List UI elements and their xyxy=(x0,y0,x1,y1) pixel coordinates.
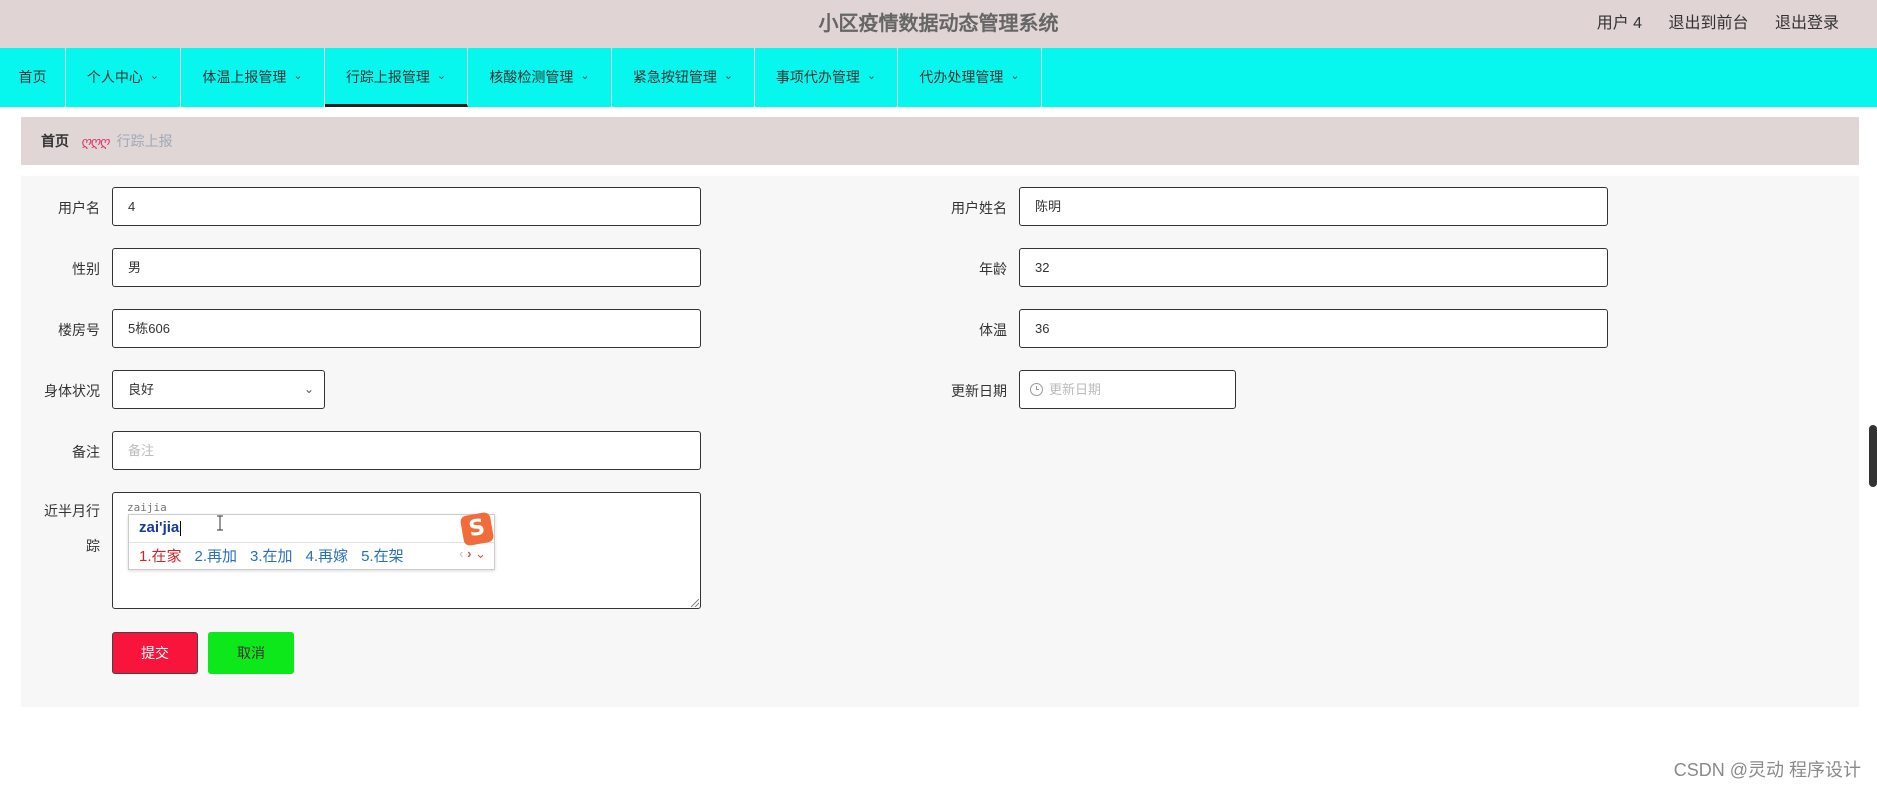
nav-item-label: 个人中心 xyxy=(86,69,143,85)
update-date-placeholder: 更新日期 xyxy=(1049,382,1102,397)
room-label: 楼房号 xyxy=(58,322,100,338)
chevron-down-icon: ⌄ xyxy=(303,382,314,396)
temperature-field[interactable]: 36 xyxy=(1019,309,1608,348)
ime-nav: ‹ › ⌄ xyxy=(459,546,486,562)
update-date-label: 更新日期 xyxy=(951,383,1007,399)
main-nav: 首页 个人中心 ⌄ 体温上报管理 ⌄ 行踪上报管理 ⌄ 核酸检测管理 ⌄ 紧急按钮管理 ⌄… xyxy=(0,48,1877,107)
ime-candidate[interactable]: 3.在加 xyxy=(250,548,293,565)
nav-item-temperature-report[interactable]: 体温上报管理 ⌄ xyxy=(181,48,325,107)
chevron-down-icon: ⌄ xyxy=(580,69,590,82)
ime-candidate[interactable]: 4.再嫁 xyxy=(306,548,349,565)
nav-item-trace-report[interactable]: 行踪上报管理 ⌄ xyxy=(325,48,468,107)
health-select-value: 良好 xyxy=(128,382,155,397)
text-caret xyxy=(180,520,182,536)
chevron-down-icon: ⌄ xyxy=(149,69,160,82)
clock-icon xyxy=(1030,383,1043,397)
current-user-label[interactable]: 用户 4 xyxy=(1597,15,1642,32)
breadcrumb-separator: ღღღ xyxy=(81,134,110,149)
nav-item-emergency-button[interactable]: 紧急按钮管理 ⌄ xyxy=(612,48,755,107)
nav-item-todo-items[interactable]: 事项代办管理 ⌄ xyxy=(755,48,898,107)
top-header: 小区疫情数据动态管理系统 用户 4 退出到前台 退出登录 xyxy=(0,0,1877,48)
age-field[interactable]: 32 xyxy=(1019,248,1608,287)
sogou-ime-logo-icon: S xyxy=(459,511,495,547)
breadcrumb-home[interactable]: 首页 xyxy=(41,133,69,149)
nav-item-home[interactable]: 首页 xyxy=(0,48,66,107)
nav-item-label: 紧急按钮管理 xyxy=(632,69,717,85)
ime-pinyin-text: zai'jia xyxy=(139,519,180,536)
nav-item-nucleic-test[interactable]: 核酸检测管理 ⌄ xyxy=(468,48,612,107)
nav-item-label: 代办处理管理 xyxy=(919,69,1004,85)
gender-field[interactable]: 男 xyxy=(112,248,701,287)
gender-label: 性别 xyxy=(72,261,100,277)
back-to-front-link[interactable]: 退出到前台 xyxy=(1669,15,1749,32)
ime-candidate[interactable]: 2.再加 xyxy=(195,548,238,565)
resize-grip-icon[interactable] xyxy=(691,599,699,607)
nav-item-personal-center[interactable]: 个人中心 ⌄ xyxy=(66,48,181,107)
username-field[interactable]: 4 xyxy=(112,187,701,226)
nav-item-label: 核酸检测管理 xyxy=(489,69,574,85)
trace-typed-text: zaijia xyxy=(127,501,167,514)
ime-candidates: 1.在家 2.再加 3.在加 4.再嫁 5.在架 xyxy=(139,545,417,566)
health-label: 身体状况 xyxy=(44,383,100,399)
trace-label-line1: 近半月行 xyxy=(44,503,100,519)
top-links: 用户 4 退出到前台 退出登录 xyxy=(1575,0,1839,48)
room-field[interactable]: 5栋606 xyxy=(112,309,701,348)
ime-candidate-window: zai'jia 1.在家 2.再加 3.在加 4.再嫁 5.在架 ‹ › ⌄ xyxy=(128,514,495,570)
chevron-down-icon: ⌄ xyxy=(1010,69,1020,82)
remark-field[interactable]: 备注 xyxy=(112,431,701,470)
nav-item-label: 行踪上报管理 xyxy=(345,69,430,85)
fullname-label: 用户姓名 xyxy=(951,200,1007,216)
ime-divider xyxy=(129,542,494,543)
ime-prev-icon[interactable]: ‹ xyxy=(459,546,463,561)
chevron-down-icon: ⌄ xyxy=(293,69,303,82)
submit-button[interactable]: 提交 xyxy=(112,632,198,674)
temperature-label: 体温 xyxy=(979,322,1007,338)
text-cursor-icon xyxy=(217,515,223,531)
nav-item-todo-processing[interactable]: 代办处理管理 ⌄ xyxy=(898,48,1042,107)
breadcrumb: 首页 ღღღ 行踪上报 xyxy=(21,117,1859,165)
cancel-button[interactable]: 取消 xyxy=(208,632,294,674)
trace-label-line2: 踪 xyxy=(86,538,100,554)
page-scrollbar[interactable] xyxy=(1869,425,1877,487)
chevron-down-icon: ⌄ xyxy=(436,69,447,82)
ime-pinyin: zai'jia xyxy=(139,519,182,536)
remark-label: 备注 xyxy=(72,444,100,460)
ime-candidate[interactable]: 5.在架 xyxy=(361,548,404,565)
update-date-picker[interactable]: 更新日期 xyxy=(1019,370,1236,409)
username-label: 用户名 xyxy=(58,200,100,216)
ime-candidate[interactable]: 1.在家 xyxy=(139,548,182,565)
nav-item-label: 首页 xyxy=(18,69,47,85)
nav-item-label: 体温上报管理 xyxy=(202,69,287,85)
nav-item-label: 事项代办管理 xyxy=(775,69,860,85)
ime-expand-icon[interactable]: ⌄ xyxy=(475,546,486,561)
watermark: CSDN @灵动 程序设计 xyxy=(1673,760,1861,780)
chevron-down-icon: ⌄ xyxy=(866,69,877,82)
age-label: 年龄 xyxy=(979,261,1007,277)
logout-link[interactable]: 退出登录 xyxy=(1775,15,1839,32)
ime-next-icon[interactable]: › xyxy=(467,546,471,561)
breadcrumb-current: 行踪上报 xyxy=(116,133,173,149)
health-select[interactable]: 良好 ⌄ xyxy=(112,370,325,409)
chevron-down-icon: ⌄ xyxy=(723,69,734,82)
fullname-field[interactable]: 陈明 xyxy=(1019,187,1608,226)
